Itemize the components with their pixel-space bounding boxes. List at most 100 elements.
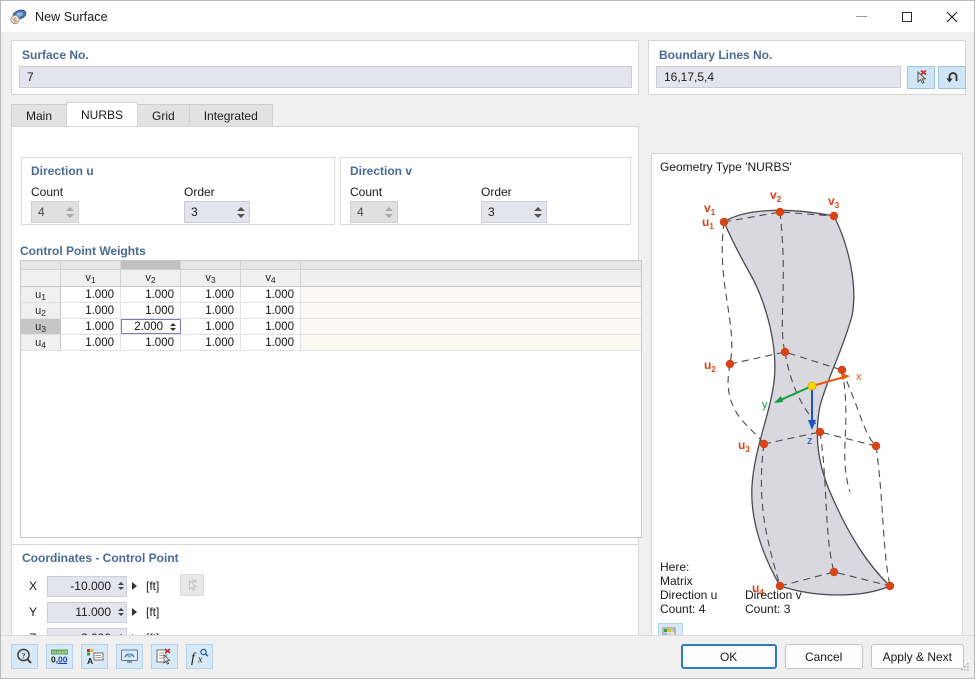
spinner-arrows-icon[interactable] (533, 202, 546, 222)
geometry-info-text: Here: Matrix Direction u Direction v Cou… (660, 560, 802, 616)
title-bar[interactable]: 6 New Surface (1, 1, 974, 32)
boundary-lines-input[interactable]: 16,17,5,4 (656, 66, 901, 88)
tab-main[interactable]: Main (11, 104, 68, 126)
column-selection-strip (21, 261, 641, 270)
header-v1[interactable]: v1 (61, 270, 121, 286)
boundary-lines-label: Boundary Lines No. (659, 48, 773, 62)
colstrip-v2[interactable] (121, 261, 181, 269)
colstrip-filler (301, 261, 641, 269)
comment-icon[interactable]: A (81, 644, 108, 669)
display-icon[interactable] (116, 644, 143, 669)
spinner-arrows-icon (384, 202, 397, 222)
apply-and-next-button[interactable]: Apply & Next (870, 644, 964, 669)
coordinate-row-y: Y 11.000 [ft] (29, 601, 159, 623)
table-row[interactable]: u1 1.000 1.000 1.000 1.000 (21, 287, 641, 303)
label-v2: v2 (770, 188, 782, 204)
coordinate-x-input[interactable]: -10.000 (47, 575, 127, 597)
close-button[interactable] (929, 1, 974, 32)
coordinate-y-stepper-icon[interactable] (127, 608, 141, 616)
geometry-here-label: Here: (660, 560, 690, 574)
geometry-direction-row: Direction u Direction v (660, 588, 802, 602)
colstrip-v1[interactable] (61, 261, 121, 269)
footer-action-buttons: OK Cancel Apply & Next (680, 644, 964, 669)
surface-no-group: Surface No. 7 (11, 40, 639, 95)
cell-u2-v2[interactable]: 1.000 (121, 303, 181, 318)
direction-u-count-input: 4 (31, 201, 79, 223)
cell-u1-v2[interactable]: 1.000 (121, 287, 181, 302)
cell-filler (301, 335, 641, 350)
tab-grid[interactable]: Grid (137, 104, 190, 126)
spinner-arrows-icon[interactable] (115, 608, 126, 616)
delete-entry-icon[interactable] (151, 644, 178, 669)
cell-u2-v3[interactable]: 1.000 (181, 303, 241, 318)
cell-u2-v4[interactable]: 1.000 (241, 303, 301, 318)
cell-u2-v1[interactable]: 1.000 (61, 303, 121, 318)
coordinate-x-stepper-icon[interactable] (127, 582, 141, 590)
ok-button[interactable]: OK (680, 644, 777, 669)
direction-u-order-input[interactable]: 3 (184, 201, 250, 223)
cell-u1-v4[interactable]: 1.000 (241, 287, 301, 302)
cell-u3-v2-value: 2.000 (134, 320, 163, 333)
table-row[interactable]: u2 1.000 1.000 1.000 1.000 (21, 303, 641, 319)
cell-u3-v4[interactable]: 1.000 (241, 319, 301, 334)
cell-filler (301, 303, 641, 318)
label-u1: u1 (702, 215, 714, 231)
geometry-count-row: Count: 4 Count: 3 (660, 602, 802, 616)
header-v2[interactable]: v2 (121, 270, 181, 286)
axis-label-x-3d: x (856, 371, 862, 383)
geometry-preview-panel: Geometry Type 'NURBS' x y z u1 v1 v2 v3 … (651, 153, 963, 656)
help-icon[interactable]: ? (11, 644, 38, 669)
header-filler (301, 270, 641, 286)
tab-integrated[interactable]: Integrated (188, 104, 273, 126)
cell-u4-v2[interactable]: 1.000 (121, 335, 181, 350)
direction-v-order-label: Order (481, 185, 512, 199)
cell-u4-v1[interactable]: 1.000 (61, 335, 121, 350)
resize-grip[interactable] (959, 661, 971, 676)
tab-nurbs[interactable]: NURBS (66, 102, 139, 126)
table-row[interactable]: u3 1.000 2.000 1.000 1.000 (21, 319, 641, 335)
direction-u-group: Direction u Count 4 Order 3 (21, 157, 335, 225)
maximize-button[interactable] (884, 1, 929, 32)
cell-u3-v2-editing[interactable]: 2.000 (121, 319, 181, 334)
cell-u1-v1[interactable]: 1.000 (61, 287, 121, 302)
header-v4[interactable]: v4 (241, 270, 301, 286)
row-header-u1[interactable]: u1 (21, 287, 61, 302)
direction-v-count-value: 4 (357, 205, 364, 219)
dialog-footer: ? 0, 00 A f x OK Cancel Apply & Next (1, 635, 974, 678)
row-header-u3[interactable]: u3 (21, 319, 61, 334)
svg-text:f: f (191, 651, 197, 665)
window-title: New Surface (35, 9, 108, 24)
cell-u3-v1[interactable]: 1.000 (61, 319, 121, 334)
surface-no-input[interactable]: 7 (19, 66, 632, 88)
colstrip-v3[interactable] (181, 261, 241, 269)
control-point-weights-title: Control Point Weights (20, 244, 146, 258)
spinner-arrows-icon[interactable] (115, 582, 126, 590)
revert-arrow-icon[interactable] (938, 66, 966, 89)
spinner-arrows-icon[interactable] (236, 202, 249, 222)
svg-text:x: x (197, 655, 203, 666)
cell-u3-v3[interactable]: 1.000 (181, 319, 241, 334)
colstrip-v4[interactable] (241, 261, 301, 269)
spinner-arrows-icon[interactable] (167, 322, 178, 331)
row-header-u4[interactable]: u4 (21, 335, 61, 350)
coordinate-y-input[interactable]: 11.000 (47, 601, 127, 623)
coordinate-x-value: -10.000 (70, 579, 111, 593)
control-point-weights-table[interactable]: v1 v2 v3 v4 u1 1.000 1.000 1.000 1.000 u… (20, 260, 642, 538)
header-v2-text: v2 (145, 272, 156, 285)
cell-u4-v3[interactable]: 1.000 (181, 335, 241, 350)
table-row[interactable]: u4 1.000 1.000 1.000 1.000 (21, 335, 641, 351)
direction-v-order-input[interactable]: 3 (481, 201, 547, 223)
cell-filler (301, 319, 641, 334)
axis-label-x: X (29, 579, 38, 593)
cell-u1-v3[interactable]: 1.000 (181, 287, 241, 302)
surface-icon: 6 (10, 8, 27, 25)
cell-u4-v4[interactable]: 1.000 (241, 335, 301, 350)
row-header-u2[interactable]: u2 (21, 303, 61, 318)
header-v3[interactable]: v3 (181, 270, 241, 286)
cancel-button[interactable]: Cancel (784, 644, 863, 669)
cursor-pick-icon[interactable] (907, 66, 935, 89)
label-v1: v1 (704, 201, 716, 217)
minimize-button[interactable] (839, 1, 884, 32)
formula-icon[interactable]: f x (186, 644, 213, 669)
units-icon[interactable]: 0, 00 (46, 644, 73, 669)
